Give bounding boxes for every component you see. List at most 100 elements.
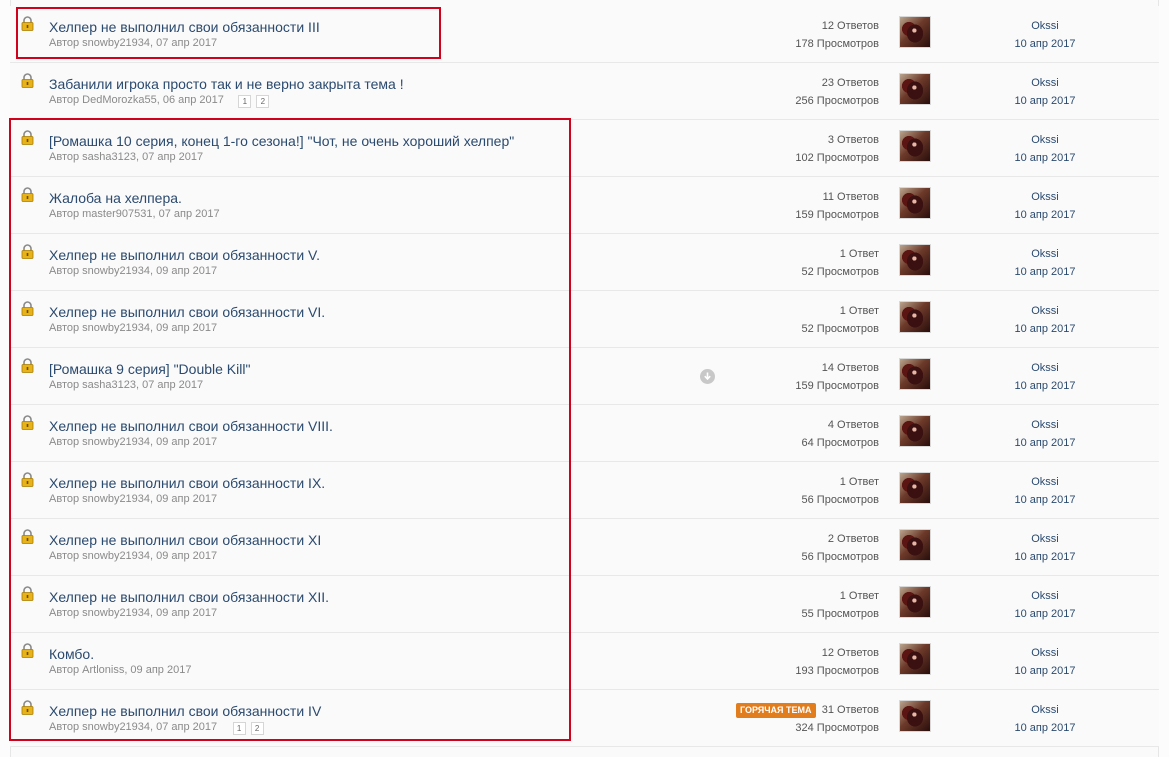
- avatar[interactable]: [899, 16, 931, 48]
- page-link[interactable]: 1: [238, 95, 252, 108]
- avatar[interactable]: [899, 358, 931, 390]
- topic-row[interactable]: Хелпер не выполнил свои обязанности III А…: [10, 6, 1159, 63]
- last-poster-link[interactable]: Okssi: [995, 530, 1095, 548]
- last-post-date[interactable]: 10 апр 2017: [995, 35, 1095, 53]
- lock-icon: [21, 73, 34, 88]
- last-poster-link[interactable]: Okssi: [995, 644, 1095, 662]
- topic-title-link[interactable]: Хелпер не выполнил свои обязанности XI: [49, 532, 321, 548]
- topic-title-link[interactable]: Забанили игрока просто так и не верно за…: [49, 76, 404, 92]
- last-post-date[interactable]: 10 апр 2017: [995, 263, 1095, 281]
- topic-stats: 12 Ответов 178 Просмотров: [795, 17, 879, 53]
- topic-row[interactable]: Хелпер не выполнил свои обязанности VI. А…: [10, 291, 1159, 348]
- topic-row[interactable]: Комбо. Автор Artloniss, 09 апр 2017 12 Отв…: [10, 633, 1159, 690]
- view-count: 159 Просмотров: [795, 209, 879, 221]
- last-post-date[interactable]: 10 апр 2017: [995, 548, 1095, 566]
- view-count: 56 Просмотров: [801, 551, 880, 563]
- last-post-info: Okssi 10 апр 2017: [995, 245, 1095, 281]
- topic-title-link[interactable]: Хелпер не выполнил свои обязанности V.: [49, 247, 320, 263]
- topic-list-page: Хелпер не выполнил свои обязанности III А…: [0, 0, 1169, 757]
- view-count: 56 Просмотров: [801, 494, 880, 506]
- avatar[interactable]: [899, 472, 931, 504]
- last-post-date[interactable]: 10 апр 2017: [995, 434, 1095, 452]
- last-poster-link[interactable]: Okssi: [995, 359, 1095, 377]
- topic-row[interactable]: Хелпер не выполнил свои обязанности IX. А…: [10, 462, 1159, 519]
- topic-row[interactable]: Хелпер не выполнил свои обязанности V. Ав…: [10, 234, 1159, 291]
- last-poster-link[interactable]: Okssi: [995, 131, 1095, 149]
- topic-row[interactable]: Забанили игрока просто так и не верно за…: [10, 63, 1159, 120]
- last-post-info: Okssi 10 апр 2017: [995, 17, 1095, 53]
- last-post-date[interactable]: 10 апр 2017: [995, 662, 1095, 680]
- topic-title-link[interactable]: Хелпер не выполнил свои обязанности VI.: [49, 304, 325, 320]
- topic-author-date: Автор snowby21934, 09 апр 2017: [49, 265, 218, 277]
- topic-row[interactable]: [Ромашка 10 серия, конец 1-го сезона!] "…: [10, 120, 1159, 177]
- last-post-date[interactable]: 10 апр 2017: [995, 92, 1095, 110]
- topic-title-link[interactable]: [Ромашка 9 серия] "Double Kill": [49, 361, 250, 377]
- last-poster-link[interactable]: Okssi: [995, 587, 1095, 605]
- avatar[interactable]: [899, 529, 931, 561]
- last-post-info: Okssi 10 апр 2017: [995, 359, 1095, 395]
- last-post-date[interactable]: 10 апр 2017: [995, 491, 1095, 509]
- avatar[interactable]: [899, 244, 931, 276]
- topic-row[interactable]: Хелпер не выполнил свои обязанности XII.…: [10, 576, 1159, 633]
- last-post-info: Okssi 10 апр 2017: [995, 416, 1095, 452]
- topic-title-link[interactable]: Хелпер не выполнил свои обязанности III: [49, 19, 320, 35]
- last-post-info: Okssi 10 апр 2017: [995, 644, 1095, 680]
- topic-row[interactable]: Жалоба на хелпера. Автор master907531, 07…: [10, 177, 1159, 234]
- topic-title-link[interactable]: Хелпер не выполнил свои обязанности VIII…: [49, 418, 333, 434]
- topic-title-link[interactable]: Хелпер не выполнил свои обязанности IV: [49, 703, 321, 719]
- last-post-date[interactable]: 10 апр 2017: [995, 320, 1095, 338]
- view-count: 55 Просмотров: [801, 608, 880, 620]
- last-post-date[interactable]: 10 апр 2017: [995, 377, 1095, 395]
- lock-icon: [21, 301, 34, 316]
- topic-row[interactable]: Хелпер не выполнил свои обязанности XI Ав…: [10, 519, 1159, 576]
- topic-title-link[interactable]: Комбо.: [49, 646, 94, 662]
- topic-title-link[interactable]: [Ромашка 10 серия, конец 1-го сезона!] "…: [49, 133, 514, 149]
- last-post-date[interactable]: 10 апр 2017: [995, 206, 1095, 224]
- lock-icon: [21, 472, 34, 487]
- last-poster-link[interactable]: Okssi: [995, 701, 1095, 719]
- topic-title-link[interactable]: Хелпер не выполнил свои обязанности XII.: [49, 589, 329, 605]
- topic-stats: 14 Ответов 159 Просмотров: [795, 359, 879, 395]
- last-post-date[interactable]: 10 апр 2017: [995, 719, 1095, 737]
- topic-stats: 1 Ответ 52 Просмотров: [802, 302, 880, 338]
- page-link[interactable]: 1: [232, 722, 246, 735]
- avatar[interactable]: [899, 643, 931, 675]
- download-circle-icon[interactable]: [700, 369, 715, 384]
- avatar[interactable]: [899, 301, 931, 333]
- last-post-date[interactable]: 10 апр 2017: [995, 605, 1095, 623]
- avatar[interactable]: [899, 130, 931, 162]
- last-poster-link[interactable]: Okssi: [995, 188, 1095, 206]
- page-link[interactable]: 2: [250, 722, 264, 735]
- reply-count: 2 Ответов: [827, 533, 879, 545]
- topic-author-date: Автор snowby21934, 07 апр 2017: [49, 721, 218, 733]
- last-poster-link[interactable]: Okssi: [995, 473, 1095, 491]
- last-poster-link[interactable]: Okssi: [995, 416, 1095, 434]
- last-poster-link[interactable]: Okssi: [995, 245, 1095, 263]
- reply-count: 31 Ответов: [821, 704, 879, 716]
- topic-row[interactable]: Хелпер не выполнил свои обязанности VIII…: [10, 405, 1159, 462]
- topic-title-link[interactable]: Хелпер не выполнил свои обязанности IX.: [49, 475, 325, 491]
- last-poster-link[interactable]: Okssi: [995, 74, 1095, 92]
- topic-title-link[interactable]: Жалоба на хелпера.: [49, 190, 182, 206]
- topic-author-date: Автор snowby21934, 09 апр 2017: [49, 436, 218, 448]
- last-post-date[interactable]: 10 апр 2017: [995, 149, 1095, 167]
- reply-count: 12 Ответов: [821, 647, 879, 659]
- last-post-info: Okssi 10 апр 2017: [995, 188, 1095, 224]
- lock-icon: [21, 643, 34, 658]
- last-poster-link[interactable]: Okssi: [995, 17, 1095, 35]
- view-count: 159 Просмотров: [795, 380, 879, 392]
- avatar[interactable]: [899, 586, 931, 618]
- avatar[interactable]: [899, 415, 931, 447]
- avatar[interactable]: [899, 187, 931, 219]
- topic-row[interactable]: Хелпер не выполнил свои обязанности IV Ав…: [10, 690, 1159, 747]
- last-post-info: Okssi 10 апр 2017: [995, 530, 1095, 566]
- last-poster-link[interactable]: Okssi: [995, 302, 1095, 320]
- avatar[interactable]: [899, 700, 931, 732]
- reply-count: 1 Ответ: [839, 305, 879, 317]
- topic-row[interactable]: [Ромашка 9 серия] "Double Kill" Автор sas…: [10, 348, 1159, 405]
- topic-stats: 31 Ответов 324 Просмотров: [795, 701, 879, 737]
- page-link[interactable]: 2: [256, 95, 270, 108]
- last-post-info: Okssi 10 апр 2017: [995, 587, 1095, 623]
- avatar[interactable]: [899, 73, 931, 105]
- topic-author-date: Автор snowby21934, 09 апр 2017: [49, 550, 218, 562]
